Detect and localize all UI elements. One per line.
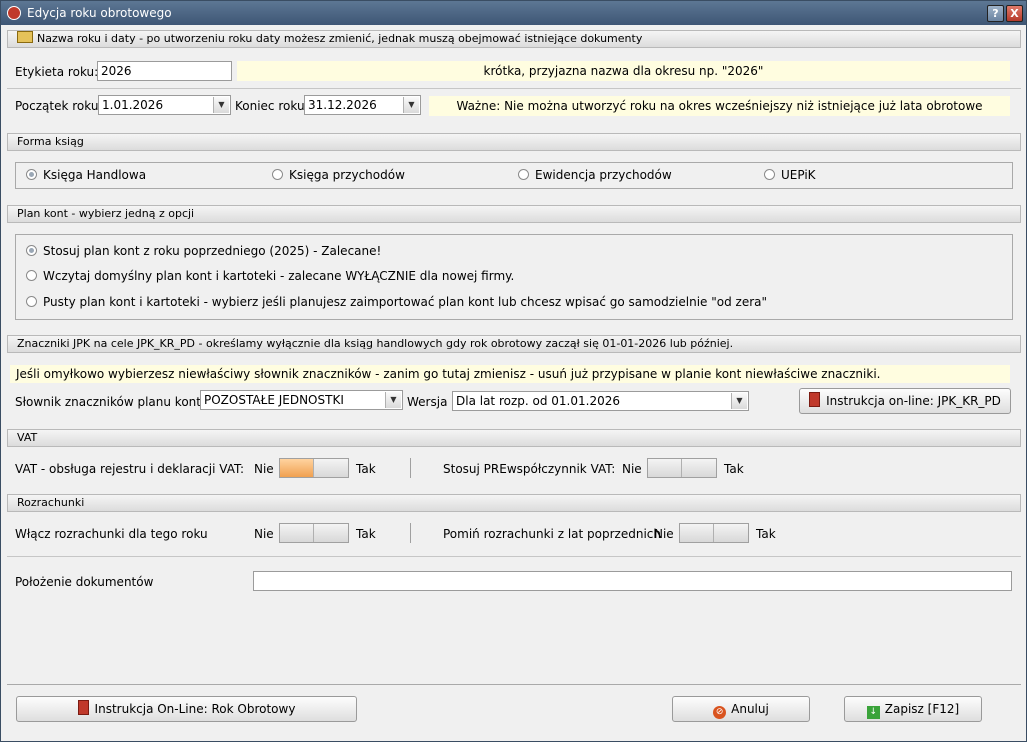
save-icon: ↓ (866, 706, 880, 719)
window-title: Edycja roku obrotowego (27, 6, 172, 20)
start-date-label: Początek roku (15, 99, 99, 113)
divider (7, 556, 1021, 557)
settlements-no-label: Nie (254, 527, 274, 541)
separator (410, 523, 411, 543)
vat-yes-label: Tak (356, 462, 376, 476)
version-label: Wersja (407, 395, 448, 409)
start-date-picker[interactable]: 1.01.2026 ▼ (98, 95, 231, 115)
location-label: Położenie dokumentów (15, 575, 154, 589)
chevron-down-icon[interactable]: ▼ (403, 97, 419, 113)
cancel-icon: ⊘ (713, 706, 727, 719)
end-date-picker[interactable]: 31.12.2026 ▼ (304, 95, 421, 115)
date-hint: Ważne: Nie można utworzyć roku na okres … (429, 96, 1010, 116)
book-icon (809, 392, 821, 407)
radio-plan-empty[interactable]: Pusty plan kont i kartoteki - wybierz je… (26, 295, 767, 309)
settlements-header: Rozrachunki (7, 494, 1021, 512)
skip-no-label: Nie (654, 527, 674, 541)
skip-settlements-label: Pomiń rozrachunki z lat poprzednich (443, 527, 661, 541)
chevron-down-icon[interactable]: ▼ (385, 392, 401, 408)
radio-dot[interactable] (26, 296, 37, 307)
toggle-off-half[interactable] (648, 459, 682, 477)
skip-yes-label: Tak (756, 527, 776, 541)
prew-yes-label: Tak (724, 462, 744, 476)
divider (7, 88, 1021, 89)
footer-divider (7, 684, 1021, 685)
chevron-down-icon[interactable]: ▼ (731, 393, 747, 409)
settlements-toggle[interactable] (279, 523, 349, 543)
books-form-group (15, 162, 1013, 189)
prew-label: Stosuj PREwspółczynnik VAT: (443, 462, 616, 476)
year-label-input[interactable]: 2026 (97, 61, 232, 81)
dict-label: Słownik znaczników planu kont: (15, 395, 206, 409)
dict-select-value: POZOSTAŁE JEDNOSTKI (204, 393, 344, 407)
end-date-value: 31.12.2026 (308, 98, 377, 112)
settlements-enable-label: Włącz rozrachunki dla tego roku (15, 527, 208, 541)
app-icon (7, 6, 21, 20)
jpk-instruction-button[interactable]: Instrukcja on-line: JPK_KR_PD (799, 388, 1011, 414)
end-date-label: Koniec roku (235, 99, 305, 113)
radio-dot[interactable] (764, 169, 775, 180)
name-dates-header: Nazwa roku i daty - po utworzeniu roku d… (7, 30, 1021, 48)
pencil-icon (17, 31, 33, 43)
cancel-button[interactable]: ⊘ Anuluj (672, 696, 810, 722)
radio-ewidencja-przychodow[interactable]: Ewidencja przychodów (518, 168, 672, 182)
radio-plan-previous[interactable]: Stosuj plan kont z roku poprzedniego (20… (26, 244, 381, 258)
year-instruction-button[interactable]: Instrukcja On-Line: Rok Obrotowy (16, 696, 357, 722)
plan-header: Plan kont - wybierz jedną z opcji (7, 205, 1021, 223)
vat-no-label: Nie (254, 462, 274, 476)
version-select-value: Dla lat rozp. od 01.01.2026 (456, 394, 620, 408)
prew-no-label: Nie (622, 462, 642, 476)
radio-ksiega-przychodow[interactable]: Księga przychodów (272, 168, 405, 182)
start-date-value: 1.01.2026 (102, 98, 164, 112)
dialog-window: Edycja roku obrotowego ? X Nazwa roku i … (0, 0, 1027, 742)
vat-label: VAT - obsługa rejestru i deklaracji VAT: (15, 462, 245, 476)
toggle-off-half[interactable] (680, 524, 714, 542)
radio-dot[interactable] (26, 245, 37, 256)
name-dates-header-text: Nazwa roku i daty - po utworzeniu roku d… (37, 32, 643, 45)
settlements-yes-label: Tak (356, 527, 376, 541)
save-button[interactable]: ↓ Zapisz [F12] (844, 696, 982, 722)
title-bar[interactable]: Edycja roku obrotowego ? X (1, 1, 1026, 25)
chevron-down-icon[interactable]: ▼ (213, 97, 229, 113)
year-label-hint: krótka, przyjazna nazwa dla okresu np. "… (237, 61, 1010, 81)
separator (410, 458, 411, 478)
radio-dot[interactable] (26, 270, 37, 281)
close-button[interactable]: X (1006, 5, 1023, 22)
help-button[interactable]: ? (987, 5, 1004, 22)
version-select[interactable]: Dla lat rozp. od 01.01.2026 ▼ (452, 391, 749, 411)
location-input[interactable] (253, 571, 1012, 591)
dict-select[interactable]: POZOSTAŁE JEDNOSTKI ▼ (200, 390, 403, 410)
toggle-off-half[interactable] (280, 524, 314, 542)
prew-toggle[interactable] (647, 458, 717, 478)
radio-ksiega-handlowa[interactable]: Księga Handlowa (26, 168, 146, 182)
vat-header: VAT (7, 429, 1021, 447)
books-form-header: Forma ksiąg (7, 133, 1021, 151)
toggle-off-half[interactable] (280, 459, 314, 477)
radio-dot[interactable] (272, 169, 283, 180)
radio-uepik[interactable]: UEPiK (764, 168, 816, 182)
year-label-label: Etykieta roku: (15, 65, 99, 79)
vat-toggle[interactable] (279, 458, 349, 478)
radio-dot[interactable] (26, 169, 37, 180)
jpk-warning: Jeśli omyłkowo wybierzesz niewłaściwy sł… (10, 365, 1010, 383)
skip-settlements-toggle[interactable] (679, 523, 749, 543)
radio-plan-default[interactable]: Wczytaj domyślny plan kont i kartoteki -… (26, 269, 514, 283)
book-icon (77, 700, 89, 715)
jpk-header: Znaczniki JPK na cele JPK_KR_PD - określ… (7, 335, 1021, 353)
radio-dot[interactable] (518, 169, 529, 180)
